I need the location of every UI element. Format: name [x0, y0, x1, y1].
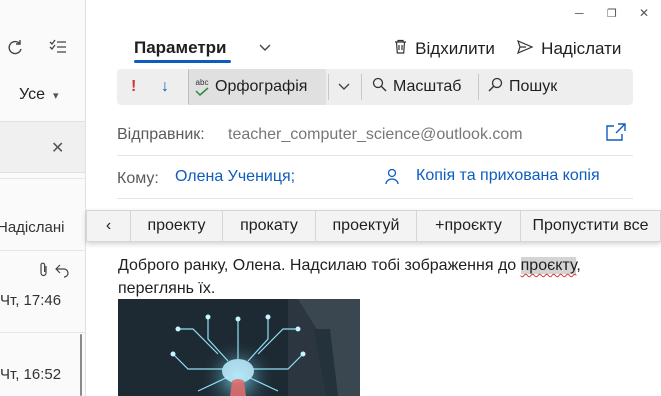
abc-text: abc — [195, 78, 209, 87]
divider — [0, 250, 85, 251]
suggestion-item[interactable]: прокату — [223, 211, 316, 241]
send-label: Надіслати — [541, 39, 622, 58]
search-row: ✕ — [0, 121, 85, 173]
discard-button[interactable]: Відхилити — [394, 39, 495, 59]
scrollbar[interactable] — [80, 334, 82, 396]
field-divider — [117, 155, 633, 156]
close-icon[interactable]: ✕ — [51, 138, 64, 158]
attached-image[interactable] — [118, 299, 360, 396]
arrow-down-icon: ↓ — [161, 78, 169, 95]
magnifier-icon — [372, 77, 387, 97]
from-label: Відправник: — [117, 126, 205, 143]
high-importance-button[interactable]: ! — [131, 69, 136, 105]
restore-icon[interactable]: ❐ — [607, 7, 617, 20]
folder-sent-label[interactable]: Надіслані — [0, 219, 64, 236]
separator — [328, 74, 329, 100]
from-value[interactable]: teacher_computer_science@outlook.com — [228, 126, 523, 144]
tab-underline — [134, 60, 231, 63]
field-divider — [117, 198, 633, 199]
suggestion-item[interactable]: проекту — [131, 211, 223, 241]
divider — [0, 178, 85, 179]
separator — [361, 74, 362, 100]
cc-bcc-link[interactable]: Копія та прихована копія — [416, 167, 600, 185]
send-icon — [517, 39, 537, 58]
search-label: Пошук — [509, 78, 558, 95]
send-button[interactable]: Надіслати — [517, 39, 621, 59]
toolbar: ! ↓ abc Орфографія Масштаб Пошук — [117, 69, 633, 105]
body-text: Доброго ранку, Олена. Надсилаю тобі зобр… — [118, 257, 521, 274]
message-time: Чт, 16:52 — [0, 366, 62, 383]
suggestions-back-button[interactable]: ‹ — [87, 211, 131, 241]
zoom-button[interactable]: Масштаб — [372, 69, 461, 105]
close-window-icon[interactable]: ✕ — [639, 6, 649, 20]
separator — [478, 74, 479, 100]
to-recipient[interactable]: Олена Учениця; — [175, 168, 295, 186]
importance-icon: ! — [131, 78, 137, 95]
misspelled-word[interactable]: проєкту — [520, 257, 577, 274]
ignore-all-button[interactable]: Пропустити все — [521, 211, 660, 241]
filter-label: Усе — [19, 86, 45, 103]
popout-icon[interactable] — [606, 123, 626, 146]
suggestion-item[interactable]: +проєкту — [417, 211, 521, 241]
select-all-icon[interactable] — [48, 38, 68, 61]
divider — [0, 332, 85, 333]
spelling-button[interactable]: abc Орфографія — [188, 69, 326, 105]
chevron-down-icon: ▾ — [53, 90, 59, 102]
low-importance-button[interactable]: ↓ — [161, 69, 169, 105]
tab-options[interactable]: Параметри — [134, 38, 226, 58]
message-time: Чт, 17:46 — [0, 292, 62, 309]
chevron-down-icon[interactable] — [259, 41, 271, 55]
search-button[interactable]: Пошук — [488, 69, 557, 105]
reply-icon — [54, 262, 70, 281]
spellcheck-icon: abc — [195, 78, 209, 96]
to-label: Кому: — [117, 170, 159, 187]
attachment-icon — [38, 262, 50, 281]
person-icon[interactable] — [385, 168, 399, 190]
minimize-icon[interactable]: ─ — [575, 6, 584, 20]
suggestion-item[interactable]: проектуй — [316, 211, 417, 241]
spelling-label: Орфографія — [215, 78, 308, 95]
search-icon — [488, 77, 503, 97]
discard-label: Відхилити — [415, 39, 495, 58]
refresh-icon[interactable] — [6, 38, 24, 61]
filter-dropdown[interactable]: Усе ▾ — [19, 86, 59, 104]
message-list-pane: Усе ▾ ✕ Надіслані Чт, 17:46 Чт, 16:52 — [0, 0, 86, 396]
chevron-down-icon — [338, 78, 350, 96]
spelling-suggestions-bar: ‹ проекту прокату проектуй +проєкту Проп… — [86, 210, 661, 242]
spelling-dropdown[interactable] — [338, 69, 350, 105]
trash-icon — [394, 39, 411, 58]
zoom-label: Масштаб — [393, 78, 462, 95]
message-body[interactable]: Доброго ранку, Олена. Надсилаю тобі зобр… — [118, 254, 638, 300]
